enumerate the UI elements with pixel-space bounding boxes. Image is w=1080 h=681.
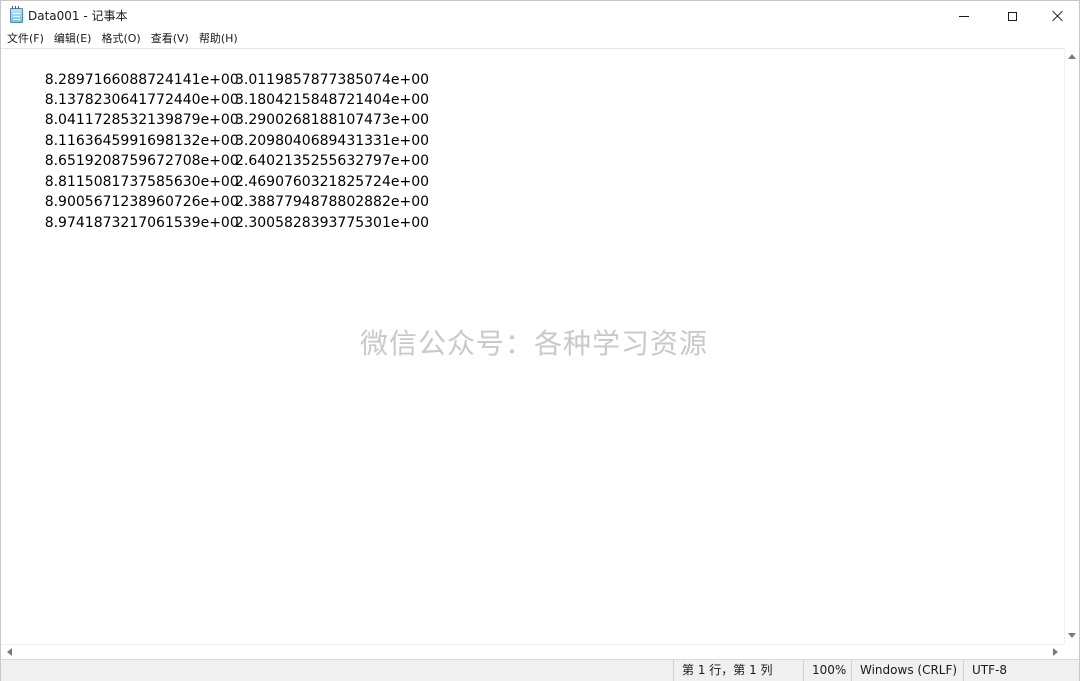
status-bar: 第 1 行，第 1 列 100% Windows (CRLF) UTF-8 (1, 659, 1079, 681)
zoom-level: 100% (803, 660, 851, 681)
line-ending: Windows (CRLF) (851, 660, 963, 681)
maximize-button[interactable] (989, 1, 1035, 31)
menu-bar: 文件(F) 编辑(E) 格式(O) 查看(V) 帮助(H) (1, 31, 1079, 48)
minimize-icon (959, 15, 969, 17)
menu-format[interactable]: 格式(O) (96, 31, 145, 48)
value-col2: 2.4690760321825724e+00 (235, 174, 430, 190)
value-col2: 3.0119857877385074e+00 (235, 72, 430, 88)
text-line: 8.2897166088724141e+00 3.0119857877385074… (18, 50, 429, 88)
text-line: 8.1163645991698132e+00 3.2098040689431331… (18, 111, 429, 149)
close-button[interactable] (1035, 1, 1080, 31)
text-line: 8.6519208759672708e+00 2.6402135255632797… (18, 131, 429, 169)
text-line: 8.9005671238960726e+00 2.3887794878802882… (18, 172, 429, 210)
text-line: 8.1378230641772440e+00 3.1804215848721404… (18, 70, 429, 108)
scroll-up-icon[interactable] (1068, 54, 1076, 59)
text-editor-area[interactable]: 8.2897166088724141e+00 3.0119857877385074… (1, 48, 1064, 644)
title-bar[interactable]: Data001 - 记事本 (1, 1, 1079, 31)
notepad-window: Data001 - 记事本 文件(F) 编辑(E) 格式(O) 查看(V) 帮助… (0, 0, 1080, 681)
vertical-scrollbar[interactable] (1064, 48, 1079, 644)
value-col1: 8.9741873217061539e+00 (44, 215, 239, 231)
cursor-position: 第 1 行，第 1 列 (673, 660, 803, 681)
text-line: 8.8115081737585630e+00 2.4690760321825724… (18, 152, 429, 190)
scroll-right-icon[interactable] (1053, 648, 1058, 656)
text-line: 8.9741873217061539e+00 2.3005828393775301… (18, 193, 429, 231)
horizontal-scrollbar[interactable] (1, 644, 1064, 659)
value-col2: 3.2098040689431331e+00 (235, 133, 430, 149)
value-col2: 2.6402135255632797e+00 (235, 153, 430, 169)
scroll-down-icon[interactable] (1068, 633, 1076, 638)
menu-file[interactable]: 文件(F) (1, 31, 49, 48)
text-line: 8.0411728532139879e+00 3.2900268188107473… (18, 90, 429, 128)
window-title: Data001 - 记事本 (28, 9, 128, 23)
encoding: UTF-8 (963, 660, 1079, 681)
scrollbar-corner (1064, 644, 1079, 659)
value-col2: 2.3887794878802882e+00 (235, 194, 430, 210)
notepad-icon (10, 6, 23, 23)
close-icon (1052, 10, 1064, 22)
value-col2: 3.1804215848721404e+00 (235, 92, 430, 108)
menu-view[interactable]: 查看(V) (146, 31, 194, 48)
menu-help[interactable]: 帮助(H) (194, 31, 243, 48)
watermark-text: 微信公众号：各种学习资源 (360, 327, 709, 360)
scroll-left-icon[interactable] (7, 648, 12, 656)
minimize-button[interactable] (941, 1, 987, 31)
menu-edit[interactable]: 编辑(E) (49, 31, 97, 48)
maximize-icon (1007, 11, 1017, 21)
value-col2: 2.3005828393775301e+00 (235, 215, 430, 231)
value-col2: 3.2900268188107473e+00 (235, 112, 430, 128)
